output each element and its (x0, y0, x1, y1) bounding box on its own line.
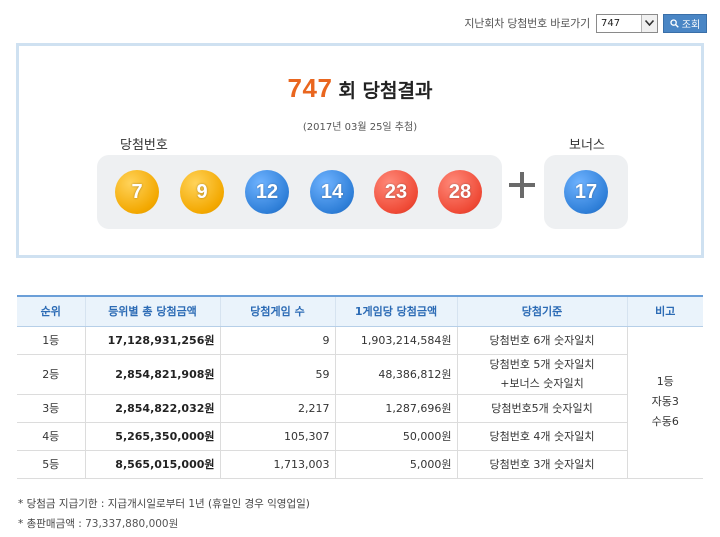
header-rank: 순위 (17, 295, 85, 327)
header-note: 비고 (626, 295, 703, 327)
cell-criteria: 당첨번호 3개 숫자일치 (456, 450, 627, 479)
cell-note: 1등 자동3 수동6 (626, 326, 703, 479)
table-row: 3등 2,854,822,032원 2,217 1,287,696원 당첨번호5… (17, 394, 703, 423)
number-ball-3: 12 (245, 170, 289, 214)
note-auto: 자동3 (651, 395, 679, 408)
table-row: 5등 8,565,015,000원 1,713,003 5,000원 당첨번호 … (17, 450, 703, 479)
cell-total-prize: 17,128,931,256원 (84, 326, 220, 355)
number-ball-2: 9 (180, 170, 224, 214)
table-row: 2등 2,854,821,908원 59 48,386,812원 당첨번호 5개… (17, 354, 703, 395)
number-ball-4: 14 (310, 170, 354, 214)
table-row: 1등 17,128,931,256원 9 1,903,214,584원 당첨번호… (17, 326, 703, 479)
cell-total-prize: 8,565,015,000원 (84, 450, 220, 479)
criteria-line-2: +보너스 숫자일치 (500, 377, 584, 390)
bonus-number-panel: 17 (544, 155, 628, 229)
cell-winners: 2,217 (219, 394, 335, 423)
round-select[interactable]: 747 (596, 13, 658, 33)
total-sales-value: 73,337,880,000원 (85, 518, 179, 530)
number-ball-1: 7 (115, 170, 159, 214)
cell-rank: 1등 (17, 326, 85, 355)
table-row: 4등 5,265,350,000원 105,307 50,000원 당첨번호 4… (17, 422, 703, 451)
bonus-number-label: 보너스 (569, 138, 605, 153)
cell-criteria: 당첨번호 5개 숫자일치 +보너스 숫자일치 (456, 354, 627, 395)
header-winners: 당첨게임 수 (219, 295, 335, 327)
note-manual: 수동6 (651, 415, 679, 428)
winning-numbers-panel: 7 9 12 14 23 28 (97, 155, 502, 229)
cell-rank: 4등 (17, 422, 85, 451)
cell-winners: 105,307 (219, 422, 335, 451)
search-icon (670, 18, 679, 28)
header-criteria: 당첨기준 (456, 295, 627, 327)
cell-winners: 59 (219, 354, 335, 395)
note-first-prize: 1등 (656, 375, 674, 388)
round-navigation: 지난회차 당첨번호 바로가기 747 조회 (464, 12, 707, 34)
cell-per-game-prize: 1,903,214,584원 (334, 326, 457, 355)
cell-total-prize: 5,265,350,000원 (84, 422, 220, 451)
header-total-prize: 등위별 총 당첨금액 (84, 295, 220, 327)
number-ball-5: 23 (374, 170, 418, 214)
bonus-ball: 17 (564, 170, 608, 214)
cell-rank: 2등 (17, 354, 85, 395)
number-ball-6: 28 (438, 170, 482, 214)
cell-per-game-prize: 1,287,696원 (334, 394, 457, 423)
cell-criteria: 당첨번호 6개 숫자일치 (456, 326, 627, 355)
search-button-label: 조회 (681, 19, 701, 31)
round-number: 747 (287, 73, 333, 103)
search-button[interactable]: 조회 (663, 13, 707, 33)
draw-date: (2017년 03월 25일 추첨) (302, 122, 418, 133)
prize-table: 순위 등위별 총 당첨금액 당첨게임 수 1게임당 당첨금액 당첨기준 비고 1… (17, 295, 703, 479)
cell-total-prize: 2,854,821,908원 (84, 354, 220, 395)
header-per-game-prize: 1게임당 당첨금액 (334, 295, 457, 327)
cell-criteria: 당첨번호5개 숫자일치 (456, 394, 627, 423)
cell-total-prize: 2,854,822,032원 (84, 394, 220, 423)
plus-icon (509, 172, 535, 198)
chevron-down-icon[interactable] (641, 14, 657, 32)
cell-rank: 3등 (17, 394, 85, 423)
total-sales-label: * 총판매금액 : (18, 518, 86, 530)
cell-criteria: 당첨번호 4개 숫자일치 (456, 422, 627, 451)
round-select-value: 747 (601, 17, 621, 29)
criteria-line-1: 당첨번호 5개 숫자일치 (489, 358, 595, 371)
cell-rank: 5등 (17, 450, 85, 479)
round-nav-label: 지난회차 당첨번호 바로가기 (464, 17, 590, 30)
cell-winners: 1,713,003 (219, 450, 335, 479)
payment-deadline-note: * 당첨금 지급기한 : 지급개시일로부터 1년 (휴일인 경우 익영업일) (18, 498, 310, 510)
cell-per-game-prize: 5,000원 (334, 450, 457, 479)
total-sales-note: * 총판매금액 : 73,337,880,000원 (18, 516, 178, 531)
round-title-suffix: 회 당첨결과 (338, 80, 433, 102)
cell-winners: 9 (219, 326, 335, 355)
cell-per-game-prize: 50,000원 (334, 422, 457, 451)
winning-numbers-label: 당첨번호 (120, 138, 168, 153)
round-title: 747 회 당첨결과 (19, 73, 701, 104)
draw-result-panel: 747 회 당첨결과 (2017년 03월 25일 추첨) 당첨번호 보너스 7 … (16, 43, 704, 258)
cell-per-game-prize: 48,386,812원 (334, 354, 457, 395)
table-header-row: 순위 등위별 총 당첨금액 당첨게임 수 1게임당 당첨금액 당첨기준 비고 (17, 295, 703, 327)
